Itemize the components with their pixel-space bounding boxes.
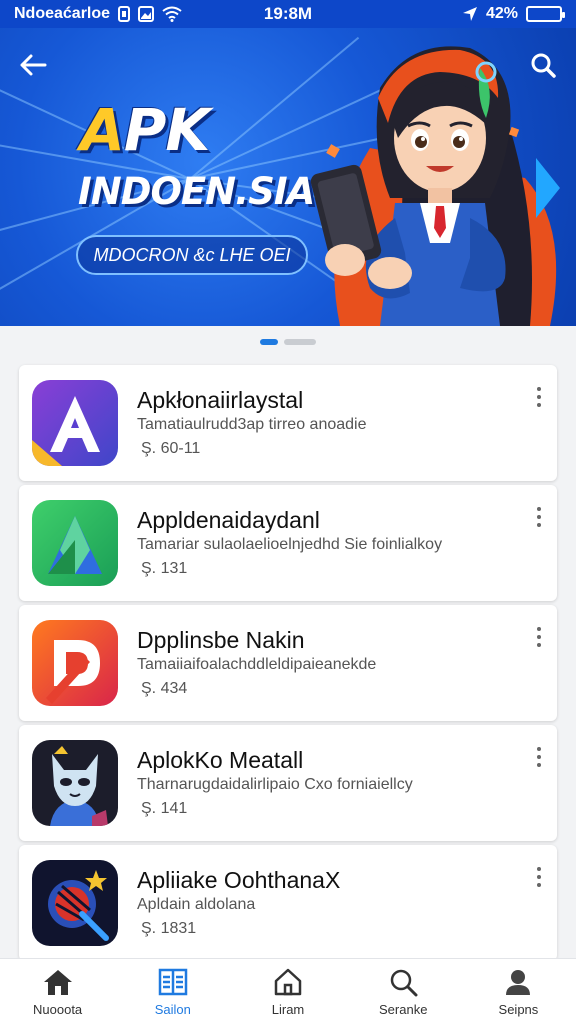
app-card[interactable]: Apkłonaiirlaystal Tamatiaulrudd3ap tirre… bbox=[19, 365, 557, 481]
app-name: Appldenaidaydanl bbox=[137, 507, 320, 533]
app-description: Tharnarugdaidalirlipaio Cxo forniaiellcy bbox=[137, 776, 413, 793]
carousel-indicator[interactable] bbox=[0, 339, 576, 345]
ball-star-icon[interactable] bbox=[32, 860, 118, 946]
hero-title-rest: PK bbox=[123, 96, 210, 164]
arrow-left-icon[interactable] bbox=[16, 48, 50, 82]
app-card[interactable]: Apliiake OohthanaX Apldain aldolana Ş. 1… bbox=[19, 845, 557, 961]
nav-item-search[interactable]: Seranke bbox=[346, 959, 461, 1024]
app-name: Dpplinsbe Nakin bbox=[137, 627, 305, 653]
more-options-icon[interactable] bbox=[531, 625, 547, 649]
image-notification-icon bbox=[138, 6, 155, 22]
carrier-label: Ndoeaćarloe bbox=[14, 5, 111, 22]
wifi-icon bbox=[162, 6, 182, 22]
app-description: Tamariar sulaolaelioelnjedhd Sie foinlia… bbox=[137, 536, 443, 553]
hero-title: APK bbox=[80, 96, 210, 164]
sim-icon bbox=[118, 6, 131, 22]
app-size: Ş. 131 bbox=[141, 560, 188, 577]
app-size: Ş. 434 bbox=[141, 680, 188, 697]
battery-percent: 42% bbox=[485, 5, 518, 22]
nav-item-house[interactable]: Liram bbox=[230, 959, 345, 1024]
hero-title-accent: A bbox=[80, 96, 125, 164]
battery-icon bbox=[526, 6, 565, 22]
letter-a-green-icon[interactable] bbox=[32, 500, 118, 586]
nav-label: Nuooota bbox=[33, 1002, 83, 1017]
letter-d-orange-icon[interactable] bbox=[32, 620, 118, 706]
bottom-navigation: Nuooota Sailon Liram Seranke Seipns bbox=[0, 958, 576, 1024]
house-outline-icon bbox=[272, 966, 304, 998]
nav-label: Sailon bbox=[154, 1002, 191, 1017]
app-description: Apldain aldolana bbox=[137, 896, 256, 913]
nav-label: Liram bbox=[271, 1002, 305, 1017]
nav-item-book[interactable]: Sailon bbox=[115, 959, 230, 1024]
app-description: Tamaiiaifoalachddleldipaieanekde bbox=[137, 656, 377, 673]
carousel-dot[interactable] bbox=[260, 339, 278, 345]
person-icon bbox=[502, 966, 534, 998]
location-arrow-icon bbox=[462, 6, 478, 22]
cat-mask-icon[interactable] bbox=[32, 740, 118, 826]
app-size: Ş. 141 bbox=[141, 800, 188, 817]
app-size: Ş. 60-11 bbox=[141, 440, 201, 457]
more-options-icon[interactable] bbox=[531, 865, 547, 889]
hero-subtitle: INDOEN.SIA bbox=[78, 170, 315, 213]
app-name: Apliiake OohthanaX bbox=[137, 867, 341, 893]
more-options-icon[interactable] bbox=[531, 745, 547, 769]
nav-item-home[interactable]: Nuooota bbox=[0, 959, 115, 1024]
app-card[interactable]: Appldenaidaydanl Tamariar sulaolaelioeln… bbox=[19, 485, 557, 601]
more-options-icon[interactable] bbox=[531, 505, 547, 529]
nav-label: Seipns bbox=[498, 1002, 539, 1017]
hero-banner[interactable]: APK INDOEN.SIA MDOCRON &c LHE OEI bbox=[0, 28, 576, 326]
app-name: Apkłonaiirlaystal bbox=[137, 387, 304, 413]
app-description: Tamatiaulrudd3ap tirreo anoadie bbox=[137, 416, 367, 433]
book-icon bbox=[157, 966, 189, 998]
app-card[interactable]: AplokKo Meatall Tharnarugdaidalirlipaio … bbox=[19, 725, 557, 841]
carousel-dot[interactable] bbox=[284, 339, 316, 345]
home-icon bbox=[42, 966, 74, 998]
more-options-icon[interactable] bbox=[531, 385, 547, 409]
app-card[interactable]: Dpplinsbe Nakin Tamaiiaifoalachddleldipa… bbox=[19, 605, 557, 721]
status-bar: Ndoeaćarloe 19:8M 42% bbox=[0, 0, 576, 28]
app-name: AplokKo Meatall bbox=[137, 747, 304, 773]
app-size: Ş. 1831 bbox=[141, 920, 197, 937]
search-icon bbox=[387, 966, 419, 998]
hero-pill-button[interactable]: MDOCRON &c LHE OEI bbox=[76, 235, 308, 275]
nav-label: Seranke bbox=[379, 1002, 428, 1017]
character-illustration bbox=[310, 46, 560, 326]
nav-item-profile[interactable]: Seipns bbox=[461, 959, 576, 1024]
letter-a-purple-icon[interactable] bbox=[32, 380, 118, 466]
